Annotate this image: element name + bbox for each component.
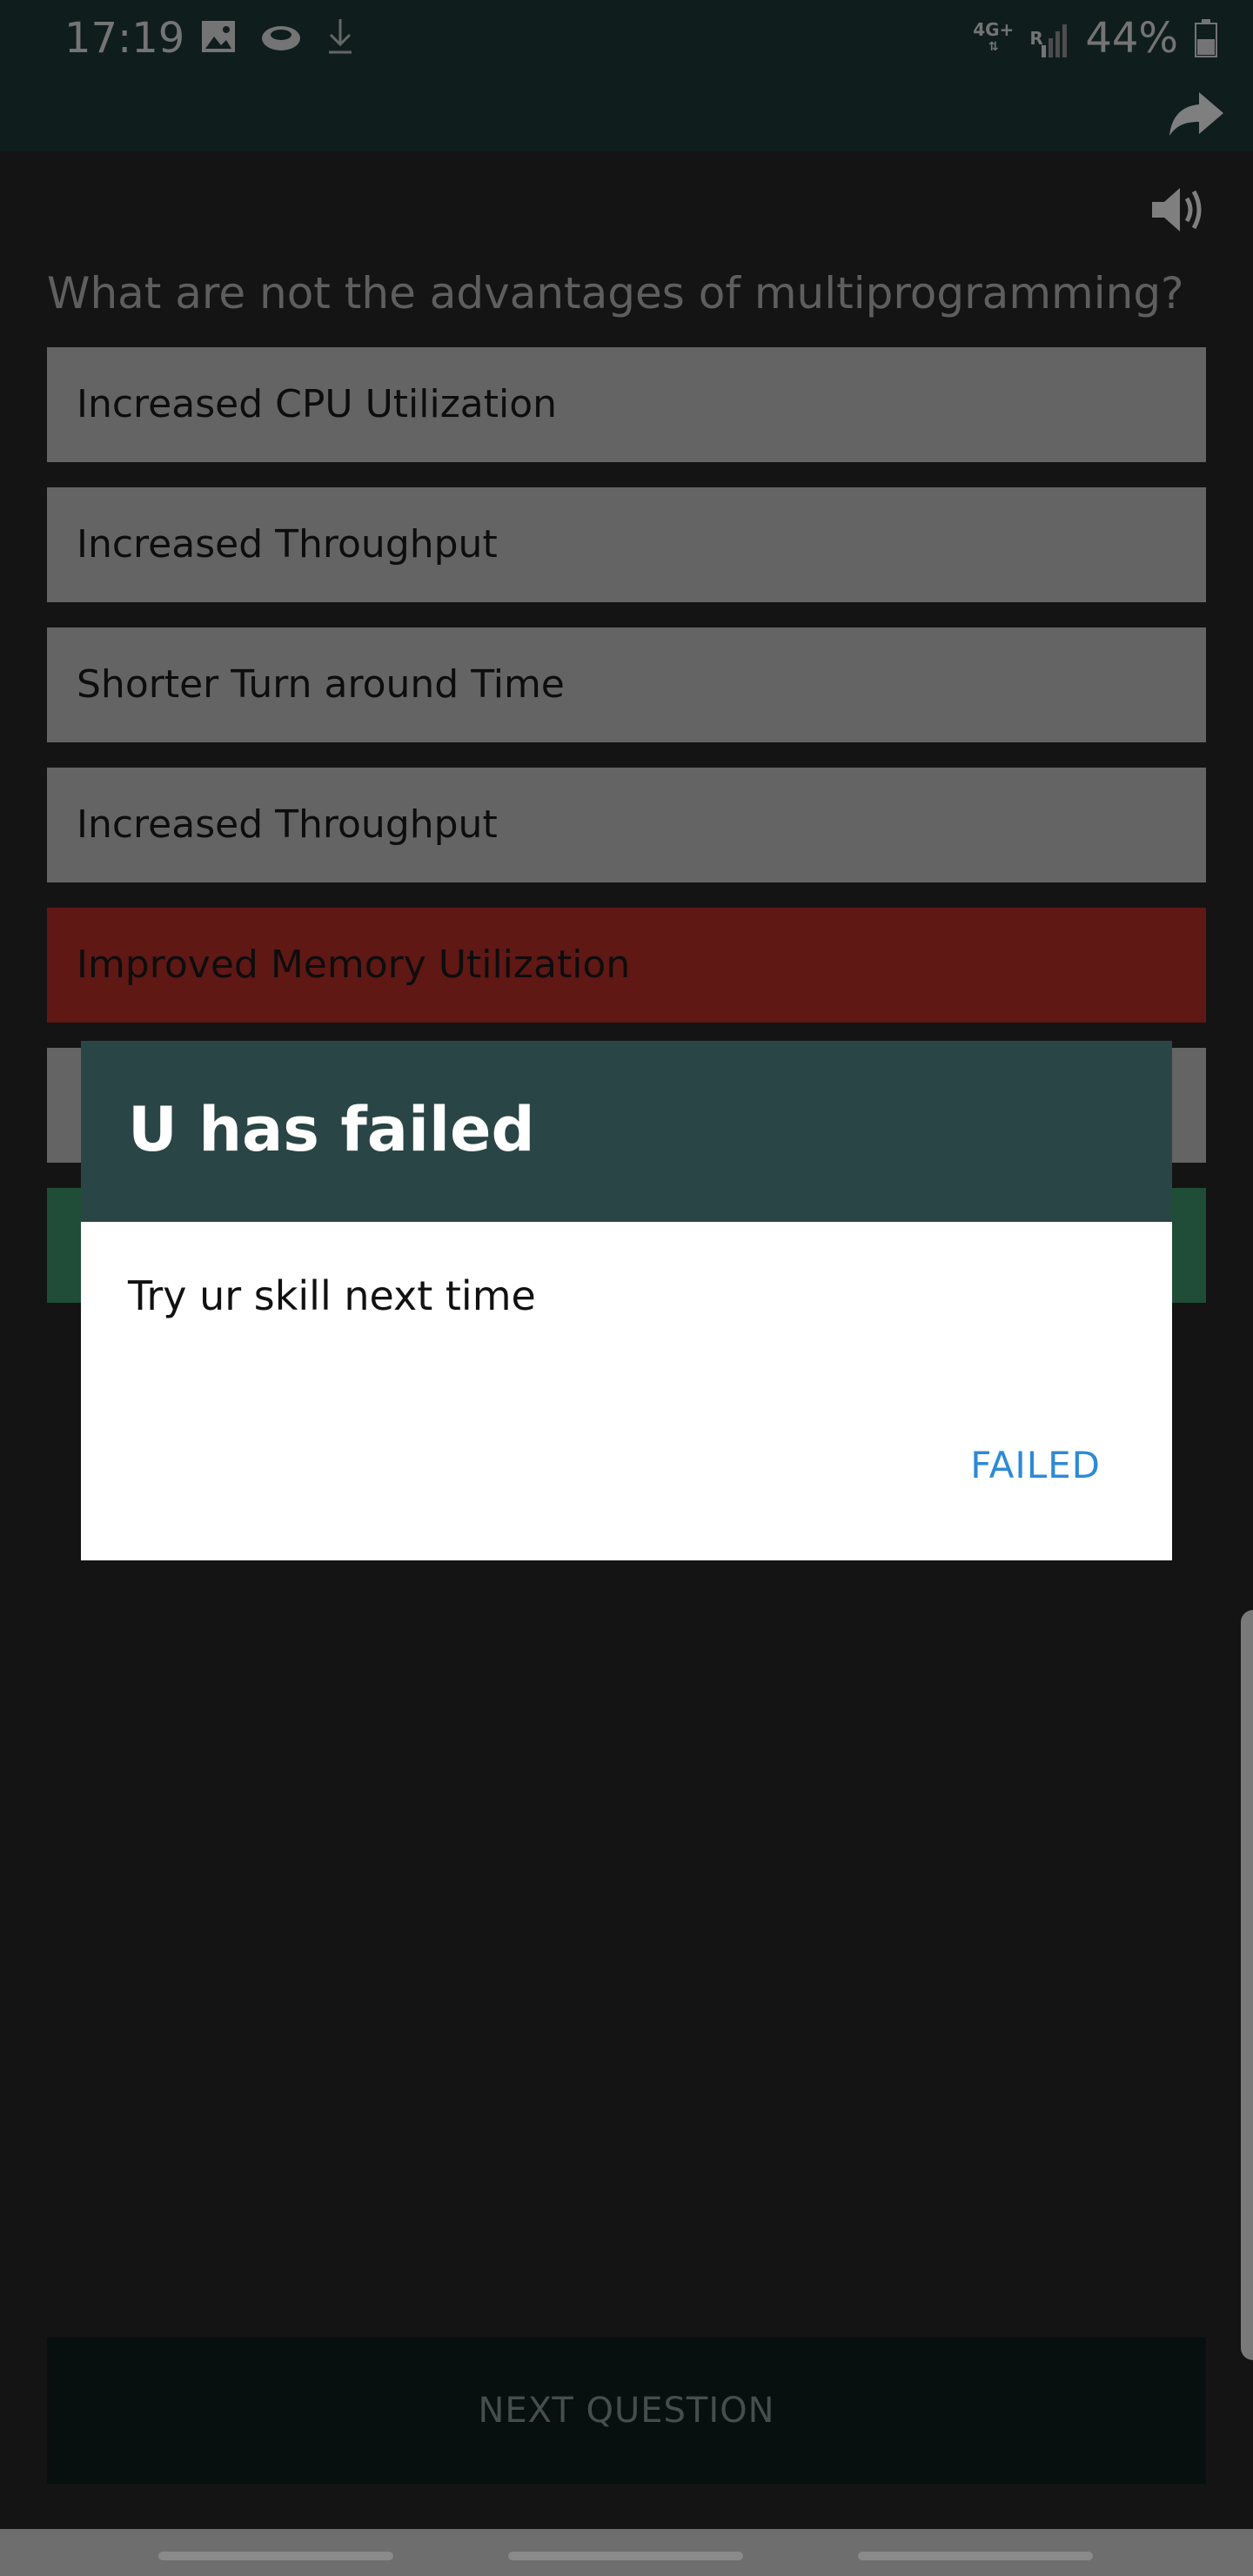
dialog-title: U has failed xyxy=(128,1094,535,1165)
navigation-bar xyxy=(0,2529,1253,2576)
back-button[interactable] xyxy=(858,2552,1093,2560)
home-button[interactable] xyxy=(508,2552,743,2560)
failed-button[interactable]: FAILED xyxy=(970,1439,1101,1492)
dialog-message: Try ur skill next time xyxy=(128,1272,536,1319)
dialog-header: U has failed xyxy=(81,1041,1172,1222)
screen: 17:19 4G+ ⇅ R xyxy=(0,0,1253,2576)
result-dialog: U has failed Try ur skill next time FAIL… xyxy=(81,1041,1172,1560)
recent-apps-button[interactable] xyxy=(158,2552,393,2560)
